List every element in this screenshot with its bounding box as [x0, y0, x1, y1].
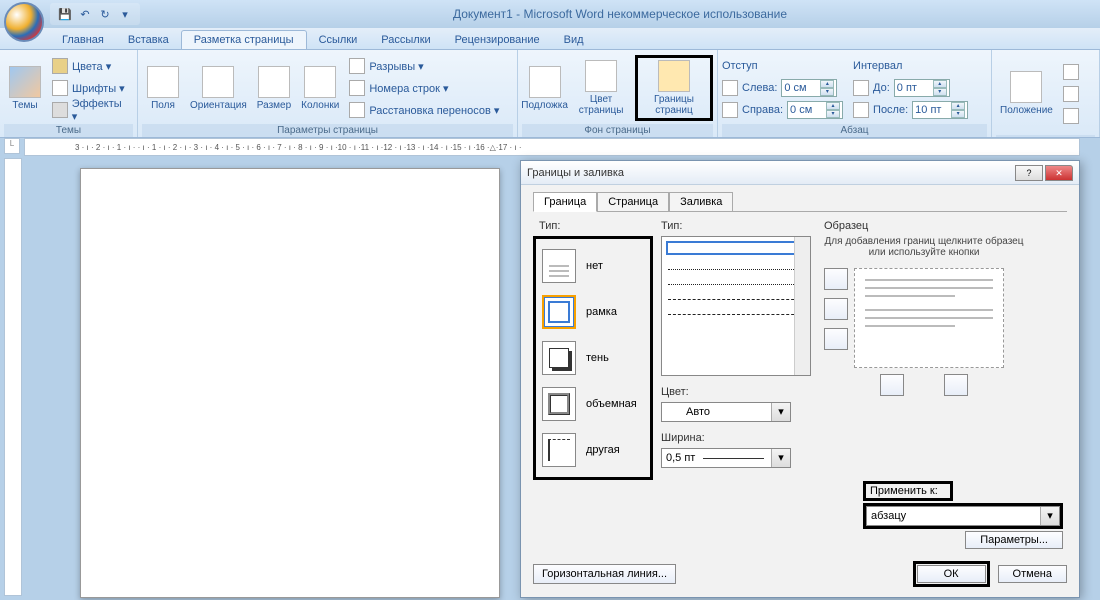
indent-right-icon — [722, 102, 738, 118]
page-borders-button[interactable]: Границы страниц — [635, 55, 713, 121]
style-scrollbar[interactable] — [794, 237, 810, 375]
position-button[interactable]: Положение — [996, 61, 1057, 127]
theme-colors-button[interactable]: Цвета ▾ — [48, 56, 133, 77]
border-type-none[interactable]: нет — [540, 243, 646, 289]
group-paragraph: Абзац — [722, 124, 987, 137]
arrange-btn-3[interactable] — [1059, 105, 1083, 126]
width-label: Ширина: — [661, 432, 816, 444]
dialog-tab-page[interactable]: Страница — [597, 192, 669, 212]
shadow-icon — [542, 341, 576, 375]
dialog-close-icon[interactable]: ✕ — [1045, 165, 1073, 181]
type-label: Тип: — [539, 220, 653, 232]
columns-button[interactable]: Колонки — [297, 55, 343, 121]
margins-button[interactable]: Поля — [142, 55, 184, 121]
border-color-combo[interactable]: Авто — [661, 402, 791, 422]
group-themes: Темы — [4, 124, 133, 137]
spacing-after-icon — [853, 102, 869, 118]
breaks-icon — [349, 58, 365, 74]
horizontal-line-button[interactable]: Горизонтальная линия... — [533, 564, 676, 584]
sample-label: Образец — [824, 220, 1024, 232]
ruler-corner: L — [4, 138, 20, 154]
quick-access-toolbar: 💾 ↶ ↻ ▾ — [50, 3, 140, 25]
redo-icon[interactable]: ↻ — [96, 5, 114, 23]
indent-left-icon — [722, 80, 738, 96]
vertical-ruler[interactable] — [4, 158, 22, 596]
indent-left-input[interactable]: 0 см▴▾ — [781, 79, 837, 97]
save-icon[interactable]: 💾 — [56, 5, 74, 23]
breaks-button[interactable]: Разрывы ▾ — [345, 56, 503, 77]
dialog-title: Границы и заливка — [527, 167, 1013, 179]
color-label: Цвет: — [661, 386, 816, 398]
tab-insert[interactable]: Вставка — [116, 31, 181, 49]
border-left-toggle[interactable] — [880, 374, 904, 396]
border-preview[interactable] — [854, 268, 1004, 368]
page-color-button[interactable]: Цвет страницы — [569, 55, 633, 121]
document-page[interactable] — [80, 168, 500, 598]
sample-hint: Для добавления границ щелкните образец и… — [824, 236, 1024, 258]
border-style-list[interactable] — [661, 236, 811, 376]
line-numbers-button[interactable]: Номера строк ▾ — [345, 78, 503, 99]
group-page-setup: Параметры страницы — [142, 124, 513, 137]
themes-button[interactable]: Темы — [4, 55, 46, 121]
qat-menu-icon[interactable]: ▾ — [116, 5, 134, 23]
undo-icon[interactable]: ↶ — [76, 5, 94, 23]
border-type-3d[interactable]: объемная — [540, 381, 646, 427]
tab-review[interactable]: Рецензирование — [443, 31, 552, 49]
tab-mailings[interactable]: Рассылки — [369, 31, 442, 49]
theme-effects-button[interactable]: Эффекты ▾ — [48, 100, 133, 121]
indent-right-input[interactable]: 0 см▴▾ — [787, 101, 843, 119]
border-top-toggle[interactable] — [824, 268, 848, 290]
threeD-icon — [542, 387, 576, 421]
apply-to-label: Применить к: — [863, 481, 953, 501]
office-button[interactable] — [4, 2, 44, 42]
horizontal-ruler[interactable]: 3 · ı · 2 · ı · 1 · ı · · ı · 1 · ı · 2 … — [24, 138, 1080, 156]
spacing-before-input[interactable]: 0 пт▴▾ — [894, 79, 950, 97]
borders-shading-dialog: Границы и заливка ? ✕ Граница Страница З… — [520, 160, 1080, 598]
tab-view[interactable]: Вид — [552, 31, 596, 49]
fonts-icon — [52, 80, 68, 96]
spacing-group-label: Интервал — [853, 60, 968, 72]
cancel-button[interactable]: Отмена — [998, 565, 1067, 583]
ok-button[interactable]: ОК — [917, 565, 986, 583]
hyphenation-button[interactable]: Расстановка переносов ▾ — [345, 100, 503, 121]
tab-references[interactable]: Ссылки — [307, 31, 370, 49]
arrange-btn-1[interactable] — [1059, 61, 1083, 82]
dialog-tab-fill[interactable]: Заливка — [669, 192, 733, 212]
box-icon — [542, 295, 576, 329]
dialog-help-icon[interactable]: ? — [1015, 165, 1043, 181]
border-type-box[interactable]: рамка — [540, 289, 646, 335]
group-page-bg: Фон страницы — [522, 124, 713, 137]
watermark-button[interactable]: Подложка — [522, 55, 567, 121]
apply-to-combo[interactable]: абзацу — [866, 506, 1060, 526]
colors-icon — [52, 58, 68, 74]
linenum-icon — [349, 80, 365, 96]
arrange-btn-2[interactable] — [1059, 83, 1083, 104]
spacing-after-input[interactable]: 10 пт▴▾ — [912, 101, 968, 119]
border-middle-toggle[interactable] — [824, 298, 848, 320]
orientation-button[interactable]: Ориентация — [186, 55, 251, 121]
tab-page-layout[interactable]: Разметка страницы — [181, 30, 307, 49]
indent-group-label: Отступ — [722, 60, 843, 72]
effects-icon — [52, 102, 68, 118]
border-type-custom[interactable]: другая — [540, 427, 646, 473]
themes-label: Темы — [12, 100, 37, 111]
border-type-shadow[interactable]: тень — [540, 335, 646, 381]
theme-fonts-button[interactable]: Шрифты ▾ — [48, 78, 133, 99]
size-button[interactable]: Размер — [253, 55, 295, 121]
options-button[interactable]: Параметры... — [965, 531, 1063, 549]
none-icon — [542, 249, 576, 283]
border-bottom-toggle[interactable] — [824, 328, 848, 350]
hyphen-icon — [349, 102, 365, 118]
border-width-combo[interactable]: 0,5 пт — [661, 448, 791, 468]
spacing-before-icon — [853, 80, 869, 96]
custom-icon — [542, 433, 576, 467]
tab-home[interactable]: Главная — [50, 31, 116, 49]
dialog-tab-border[interactable]: Граница — [533, 192, 597, 212]
style-label: Тип: — [661, 220, 816, 232]
border-right-toggle[interactable] — [944, 374, 968, 396]
window-title: Документ1 - Microsoft Word некоммерческо… — [140, 7, 1100, 21]
